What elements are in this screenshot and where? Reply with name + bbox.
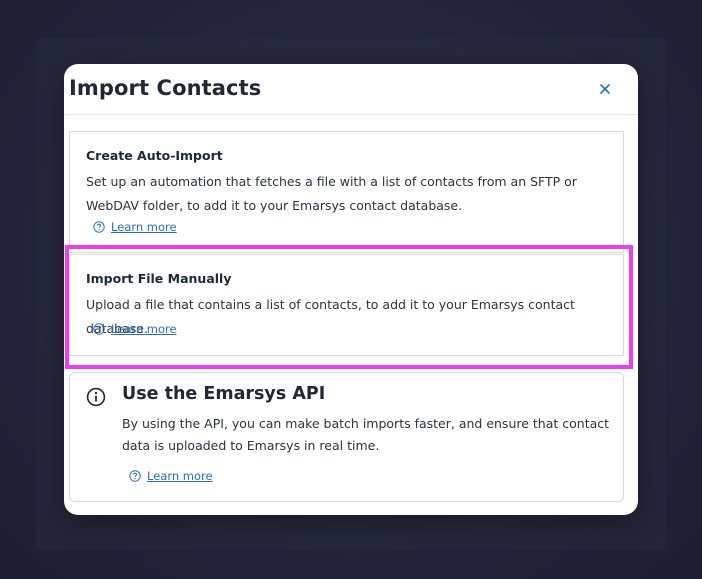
import-contacts-dialog: Import Contacts Create Auto-Import Set u… — [64, 64, 638, 515]
help-icon — [129, 470, 141, 482]
info-icon — [86, 387, 106, 407]
close-button[interactable] — [596, 80, 614, 98]
learn-more-link[interactable]: Learn more — [93, 220, 177, 234]
api-description: By using the API, you can make batch imp… — [122, 416, 610, 453]
dialog-header: Import Contacts — [64, 64, 638, 115]
api-info-panel: Use the Emarsys API By using the API, yo… — [69, 372, 624, 502]
help-icon — [93, 323, 105, 335]
learn-more-label: Learn more — [111, 322, 177, 336]
option-title: Create Auto-Import — [86, 148, 223, 163]
close-icon — [600, 84, 610, 94]
api-title: Use the Emarsys API — [122, 384, 326, 404]
option-create-auto-import[interactable]: Create Auto-Import Set up an automation … — [69, 131, 624, 253]
help-icon — [93, 221, 105, 233]
learn-more-link[interactable]: Learn more — [93, 322, 177, 336]
option-description: Set up an automation that fetches a file… — [86, 174, 577, 213]
option-title: Import File Manually — [86, 271, 232, 286]
dialog-title: Import Contacts — [69, 76, 262, 100]
learn-more-link[interactable]: Learn more — [129, 469, 213, 483]
learn-more-label: Learn more — [147, 469, 213, 483]
option-import-file-manually[interactable]: Import File Manually Upload a file that … — [69, 254, 624, 356]
learn-more-label: Learn more — [111, 220, 177, 234]
